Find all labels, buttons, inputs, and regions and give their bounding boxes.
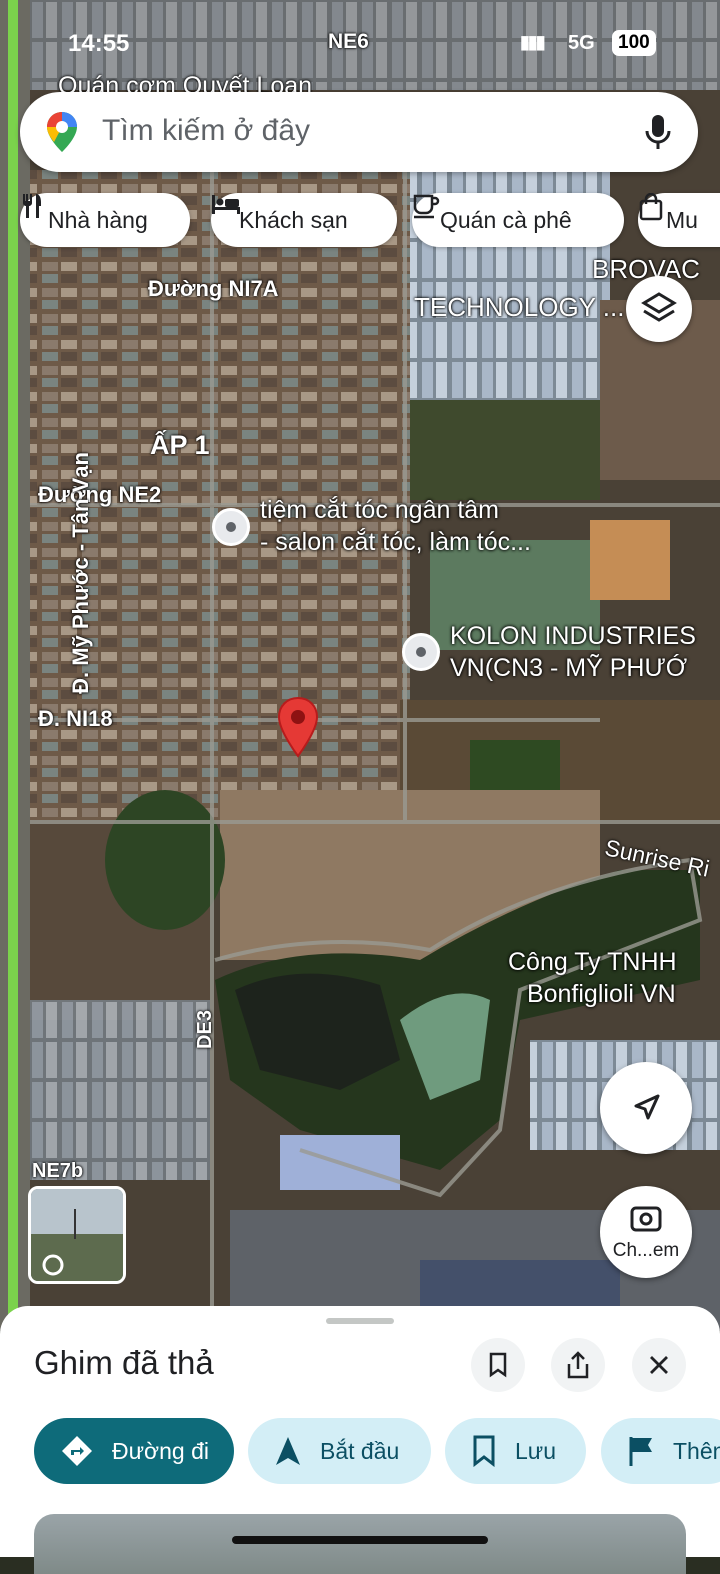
status-time: 14:55 (68, 30, 130, 57)
chip-label: Nhà hàng (48, 206, 148, 233)
poi-label-bonfiglioli-line2: Bonfiglioli VN (526, 980, 676, 1008)
map-label-ne2: Đường NE2 (38, 482, 162, 507)
layers-icon (641, 292, 677, 322)
search-input[interactable]: Tìm kiếm ở đây (102, 114, 310, 148)
chip-hotels[interactable]: Khách sạn (211, 193, 397, 247)
home-indicator (232, 1536, 488, 1544)
map-label-ne7b: NE7b (32, 1160, 84, 1182)
share-button[interactable] (551, 1338, 605, 1392)
directions-icon (60, 1434, 94, 1468)
poi-label-bonfiglioli[interactable]: Công Ty TNHH Bonfiglioli VN (508, 946, 677, 1010)
poi-label-salon-line2: - salon cắt tóc, làm tóc... (260, 528, 531, 556)
close-button[interactable] (632, 1338, 686, 1392)
search-bar[interactable]: Tìm kiếm ở đây (20, 92, 698, 172)
directions-button[interactable]: Đường đi (34, 1418, 234, 1484)
poi-marker-salon[interactable] (212, 508, 250, 546)
camera-search-button[interactable]: Ch...em (600, 1186, 692, 1278)
save-label: Lưu (515, 1437, 556, 1464)
poi-label-kolon-line2: VN(CN3 - MỸ PHƯỚ (450, 654, 688, 682)
poi-marker-kolon[interactable] (402, 633, 440, 671)
bookmark-icon (489, 1352, 507, 1378)
street-view-thumbnail[interactable] (28, 1186, 126, 1284)
place-title: Ghim đã thả (34, 1344, 214, 1381)
satellite-map[interactable]: 14:55 ▮▮▮ 5G 100 NE6 Quán cơm Quyết Loan… (0, 0, 720, 1330)
location-arrow-icon (634, 1094, 660, 1120)
save-button[interactable]: Lưu (445, 1418, 586, 1484)
flag-icon (627, 1435, 655, 1467)
close-icon (650, 1356, 668, 1374)
save-bookmark-button[interactable] (471, 1338, 525, 1392)
street-view-image (31, 1189, 123, 1281)
chip-restaurants[interactable]: Nhà hàng (20, 193, 190, 247)
sheet-grab-handle[interactable] (326, 1318, 394, 1324)
map-label-de3: DE3 (193, 1010, 216, 1049)
start-button[interactable]: Bắt đầu (248, 1418, 431, 1484)
map-label-ap1: ẤP 1 (150, 430, 210, 460)
map-label-ni7a: Đường NI7A (148, 276, 279, 301)
bottom-sheet[interactable]: Ghim đã thả Đường đi Bắt đầu Lưu Thêm (0, 1306, 720, 1574)
poi-label-salon[interactable]: tiệm cắt tóc ngân tâm - salon cắt tóc, l… (260, 494, 531, 558)
chip-coffee[interactable]: Quán cà phê (412, 193, 624, 247)
chip-shopping[interactable]: Mu (638, 193, 720, 247)
add-label-button[interactable]: Thêm (601, 1418, 720, 1484)
map-label-ni18: Đ. NI18 (38, 706, 113, 731)
map-label-my-phuoc-tan-van: Đ. Mỹ Phước - Tân Vạn (67, 452, 93, 694)
poi-label-kolon-line1: KOLON INDUSTRIES (450, 622, 696, 650)
bookmark-icon (471, 1435, 497, 1467)
directions-label: Đường đi (112, 1437, 209, 1464)
chip-label: Quán cà phê (440, 206, 572, 233)
signal-bars-icon: ▮▮▮ (520, 32, 546, 52)
start-label: Bắt đầu (320, 1437, 400, 1464)
layers-button[interactable] (626, 276, 692, 342)
share-icon (567, 1351, 589, 1379)
map-label-ne6: NE6 (328, 30, 369, 53)
chip-label: Khách sạn (239, 206, 348, 233)
poi-label-salon-line1: tiệm cắt tóc ngân tâm (260, 496, 500, 524)
camera-label: Ch...em (612, 1240, 680, 1261)
chip-label: Mu (666, 206, 698, 233)
poi-label-kolon[interactable]: KOLON INDUSTRIES VN(CN3 - MỸ PHƯỚ (450, 620, 696, 684)
map-label-brovac-2: TECHNOLOGY ... (414, 292, 625, 322)
place-photo[interactable] (34, 1514, 686, 1574)
battery-level: 100 (612, 30, 656, 56)
poi-label-bonfiglioli-line1: Công Ty TNHH (508, 948, 677, 976)
navigation-arrow-icon (274, 1435, 302, 1467)
my-location-button[interactable] (600, 1062, 692, 1154)
add-label-label: Thêm (673, 1437, 720, 1464)
network-type: 5G (568, 32, 595, 54)
